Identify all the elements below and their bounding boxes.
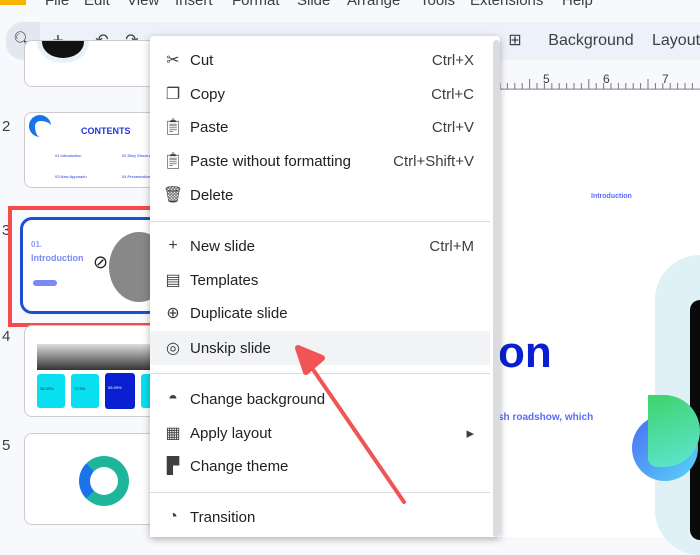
annotation-arrow xyxy=(295,345,406,504)
